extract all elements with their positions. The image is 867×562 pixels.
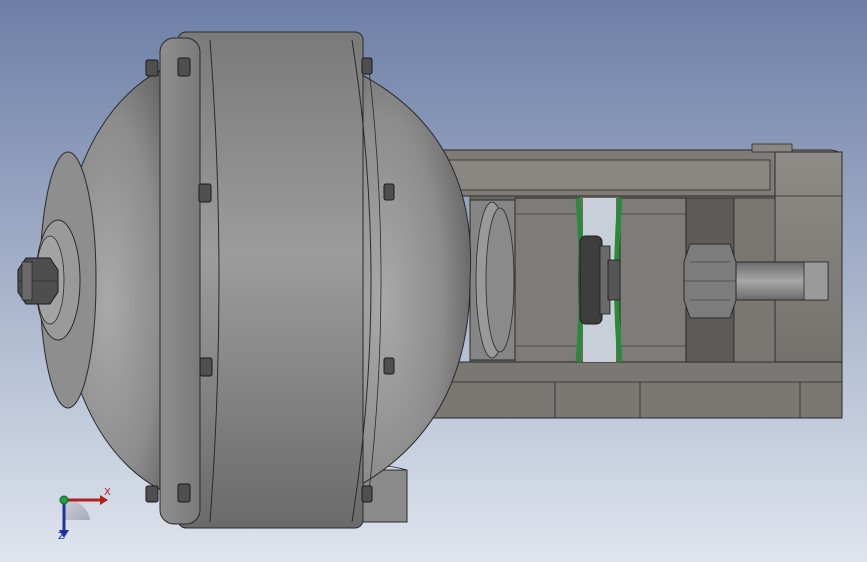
z-axis-label: Z	[58, 531, 65, 542]
graphics-viewport[interactable]: X Z	[0, 0, 867, 562]
coupling-assembly	[514, 197, 687, 363]
reference-triad: X Z	[46, 480, 116, 544]
actuator-neck	[469, 199, 516, 361]
end-cap-nut	[17, 257, 59, 305]
x-axis-label: X	[104, 487, 111, 498]
cad-model-view[interactable]	[0, 0, 867, 562]
y-axis-dot	[59, 495, 69, 505]
triad-plane	[64, 500, 90, 520]
